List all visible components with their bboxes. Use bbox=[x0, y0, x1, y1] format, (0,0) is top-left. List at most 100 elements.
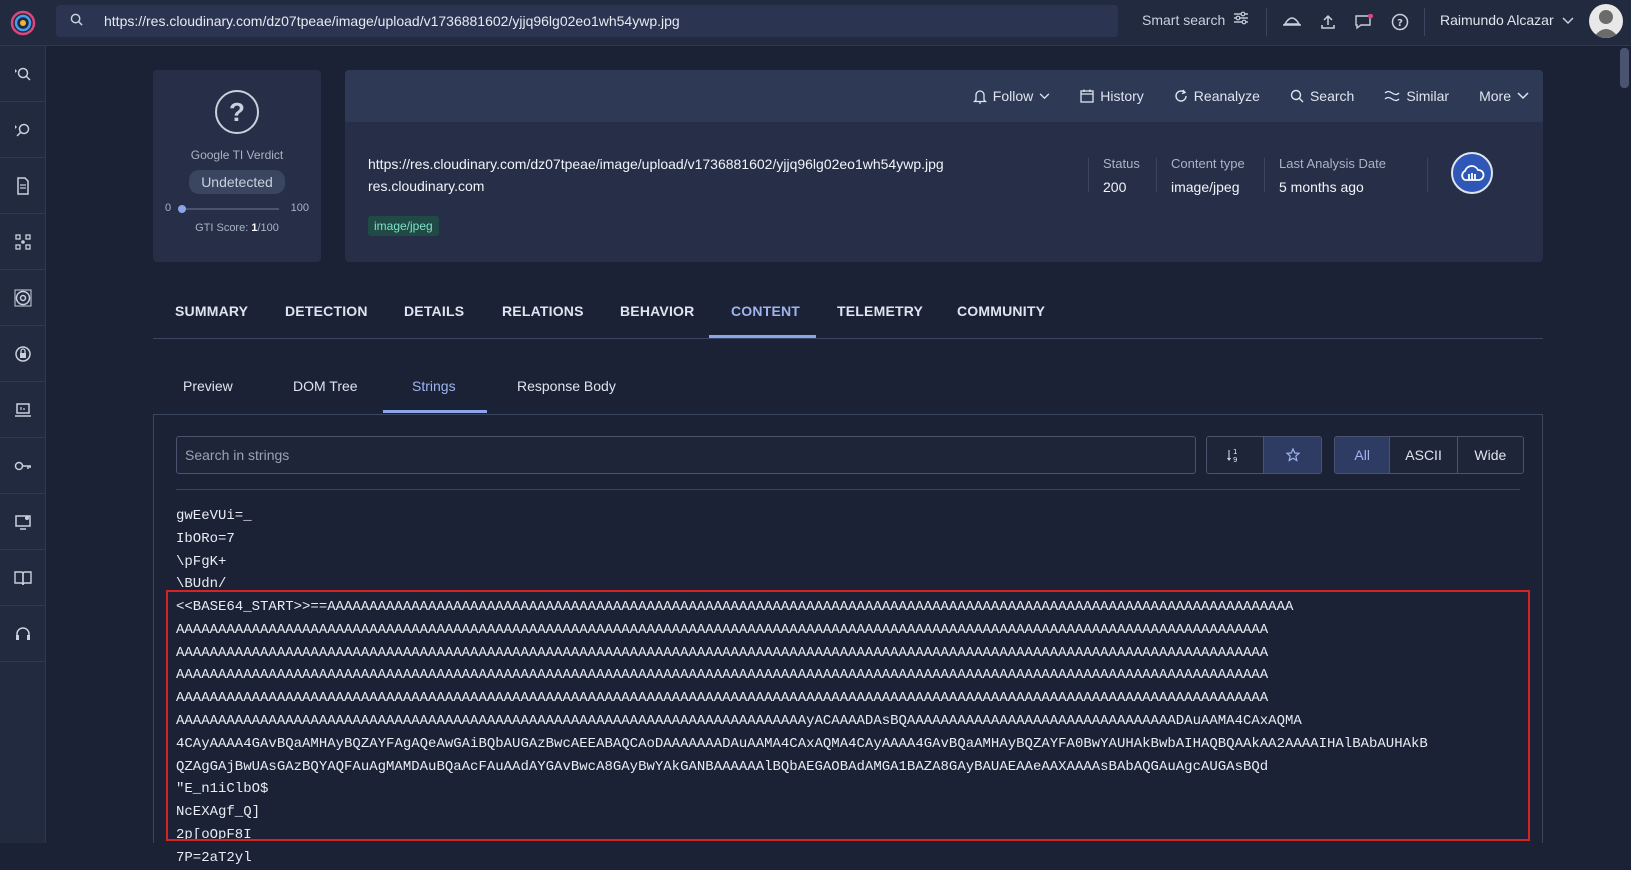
scrollbar-thumb[interactable] bbox=[1620, 48, 1629, 88]
string-line: \pFgK+ bbox=[176, 553, 227, 570]
main-tabs: SUMMARY DETECTION DETAILS RELATIONS BEHA… bbox=[153, 289, 1543, 339]
reanalyze-label: Reanalyze bbox=[1193, 88, 1260, 104]
svg-text:9: 9 bbox=[1233, 456, 1237, 463]
chevron-down-icon bbox=[1517, 92, 1529, 100]
last-analysis-label: Last Analysis Date bbox=[1279, 156, 1386, 171]
smart-search-label: Smart search bbox=[1142, 11, 1226, 28]
sidebar-item-investigate[interactable] bbox=[0, 46, 46, 102]
search-icon bbox=[1290, 89, 1304, 103]
toolbar-divider bbox=[1266, 8, 1267, 36]
top-bar: https://res.cloudinary.com/dz07tpeae/ima… bbox=[0, 0, 1631, 46]
user-name: Raimundo Alcazar bbox=[1440, 12, 1554, 28]
sort-options: 19 bbox=[1206, 436, 1322, 474]
cloudinary-cloud-icon bbox=[1451, 152, 1493, 194]
sidebar-item-hunting[interactable] bbox=[0, 102, 46, 158]
subtab-response-body[interactable]: Response Body bbox=[517, 378, 616, 394]
filter-ascii-button[interactable]: ASCII bbox=[1390, 437, 1458, 473]
content-subtabs: Preview DOM Tree Strings Response Body bbox=[153, 362, 1543, 414]
avatar[interactable] bbox=[1589, 4, 1623, 38]
sidebar-item-monitor[interactable] bbox=[0, 382, 46, 438]
search-button[interactable]: Search bbox=[1290, 88, 1354, 104]
url-search-bar[interactable]: https://res.cloudinary.com/dz07tpeae/ima… bbox=[56, 5, 1118, 37]
sidebar-item-security[interactable] bbox=[0, 326, 46, 382]
star-icon bbox=[1285, 448, 1300, 462]
tab-summary[interactable]: SUMMARY bbox=[175, 303, 248, 319]
headset-icon bbox=[16, 626, 30, 640]
subtab-strings[interactable]: Strings bbox=[412, 378, 456, 394]
gti-marker bbox=[178, 205, 186, 213]
key-icon bbox=[14, 461, 31, 470]
active-subtab-indicator bbox=[383, 410, 487, 413]
sidebar-item-support[interactable] bbox=[0, 606, 46, 662]
toolbar-divider bbox=[1424, 8, 1425, 36]
more-button[interactable]: More bbox=[1479, 88, 1529, 104]
content-type-label: Content type bbox=[1171, 156, 1245, 171]
target-icon bbox=[14, 289, 32, 306]
chevron-down-icon bbox=[1039, 92, 1050, 99]
domain-link[interactable]: res.cloudinary.com bbox=[368, 178, 484, 194]
sidebar-item-device[interactable] bbox=[0, 494, 46, 550]
magnify-gear-icon bbox=[15, 123, 30, 137]
encoding-filter: All ASCII Wide bbox=[1334, 436, 1524, 474]
sort-numeric-icon: 19 bbox=[1227, 448, 1237, 463]
subtab-dom-tree[interactable]: DOM Tree bbox=[293, 378, 358, 394]
history-button[interactable]: History bbox=[1080, 88, 1144, 104]
filter-all-button[interactable]: All bbox=[1335, 437, 1391, 473]
svg-text:?: ? bbox=[1397, 18, 1403, 29]
upload-icon[interactable] bbox=[1316, 10, 1340, 34]
url-info-card: Follow History Reanalyze Search Similar … bbox=[345, 70, 1543, 262]
tab-behavior[interactable]: BEHAVIOR bbox=[620, 303, 694, 319]
search-label: Search bbox=[1309, 88, 1355, 104]
more-label: More bbox=[1479, 88, 1511, 104]
strings-search-input[interactable] bbox=[176, 436, 1196, 474]
smart-search-toggle[interactable]: Smart search bbox=[1142, 11, 1249, 28]
verdict-label: Google TI Verdict bbox=[190, 148, 284, 162]
sidebar-item-graph[interactable] bbox=[0, 214, 46, 270]
book-icon bbox=[14, 570, 32, 585]
meta-divider bbox=[1427, 158, 1428, 192]
similar-button[interactable]: Similar bbox=[1384, 88, 1449, 104]
tab-telemetry[interactable]: TELEMETRY bbox=[837, 303, 923, 319]
monitor-icon bbox=[15, 514, 31, 530]
user-menu[interactable]: Raimundo Alcazar bbox=[1440, 12, 1574, 28]
graph-icon bbox=[15, 233, 31, 250]
calendar-icon bbox=[1080, 89, 1094, 103]
meta-divider bbox=[1088, 158, 1089, 192]
sidebar-item-reports[interactable] bbox=[0, 158, 46, 214]
string-line: IbORo=7 bbox=[176, 530, 235, 547]
favorite-filter-button[interactable] bbox=[1264, 437, 1321, 473]
strings-list: gwEeVUi=_ IbORo=7 \pFgK+ \BUdn/ bbox=[176, 505, 252, 596]
chat-icon[interactable] bbox=[1352, 10, 1376, 34]
tab-content[interactable]: CONTENT bbox=[731, 303, 800, 319]
tab-relations[interactable]: RELATIONS bbox=[502, 303, 584, 319]
verdict-badge: Undetected bbox=[189, 170, 285, 194]
content-type-tag[interactable]: image/jpeg bbox=[368, 216, 439, 236]
sliders-icon bbox=[1233, 11, 1249, 28]
incognito-icon[interactable] bbox=[1280, 10, 1304, 34]
sidebar-item-threat-landscape[interactable] bbox=[0, 270, 46, 326]
tab-community[interactable]: COMMUNITY bbox=[957, 303, 1045, 319]
chevron-down-icon bbox=[1562, 12, 1574, 28]
follow-button[interactable]: Follow bbox=[972, 88, 1050, 104]
history-label: History bbox=[1100, 88, 1144, 104]
logo-icon[interactable] bbox=[0, 0, 46, 46]
help-icon[interactable]: ? bbox=[1388, 10, 1412, 34]
bell-icon bbox=[972, 89, 987, 104]
tab-details[interactable]: DETAILS bbox=[404, 303, 464, 319]
left-sidebar bbox=[0, 46, 46, 843]
sidebar-item-api-keys[interactable] bbox=[0, 438, 46, 494]
gti-track bbox=[178, 205, 279, 213]
filter-wide-button[interactable]: Wide bbox=[1457, 437, 1523, 473]
search-scan-icon bbox=[15, 67, 31, 81]
reanalyze-button[interactable]: Reanalyze bbox=[1174, 88, 1260, 104]
subtab-preview[interactable]: Preview bbox=[183, 378, 233, 394]
tab-detection[interactable]: DETECTION bbox=[285, 303, 368, 319]
laptop-icon bbox=[15, 402, 31, 417]
last-analysis-meta: Last Analysis Date 5 months ago bbox=[1279, 156, 1386, 195]
sidebar-item-docs[interactable] bbox=[0, 550, 46, 606]
string-line: 7P=2aT2yl bbox=[176, 849, 252, 866]
refresh-icon bbox=[1175, 89, 1187, 102]
follow-label: Follow bbox=[992, 88, 1034, 104]
sort-numeric-button[interactable]: 19 bbox=[1207, 437, 1264, 473]
scrollbar-track[interactable] bbox=[1618, 46, 1631, 843]
